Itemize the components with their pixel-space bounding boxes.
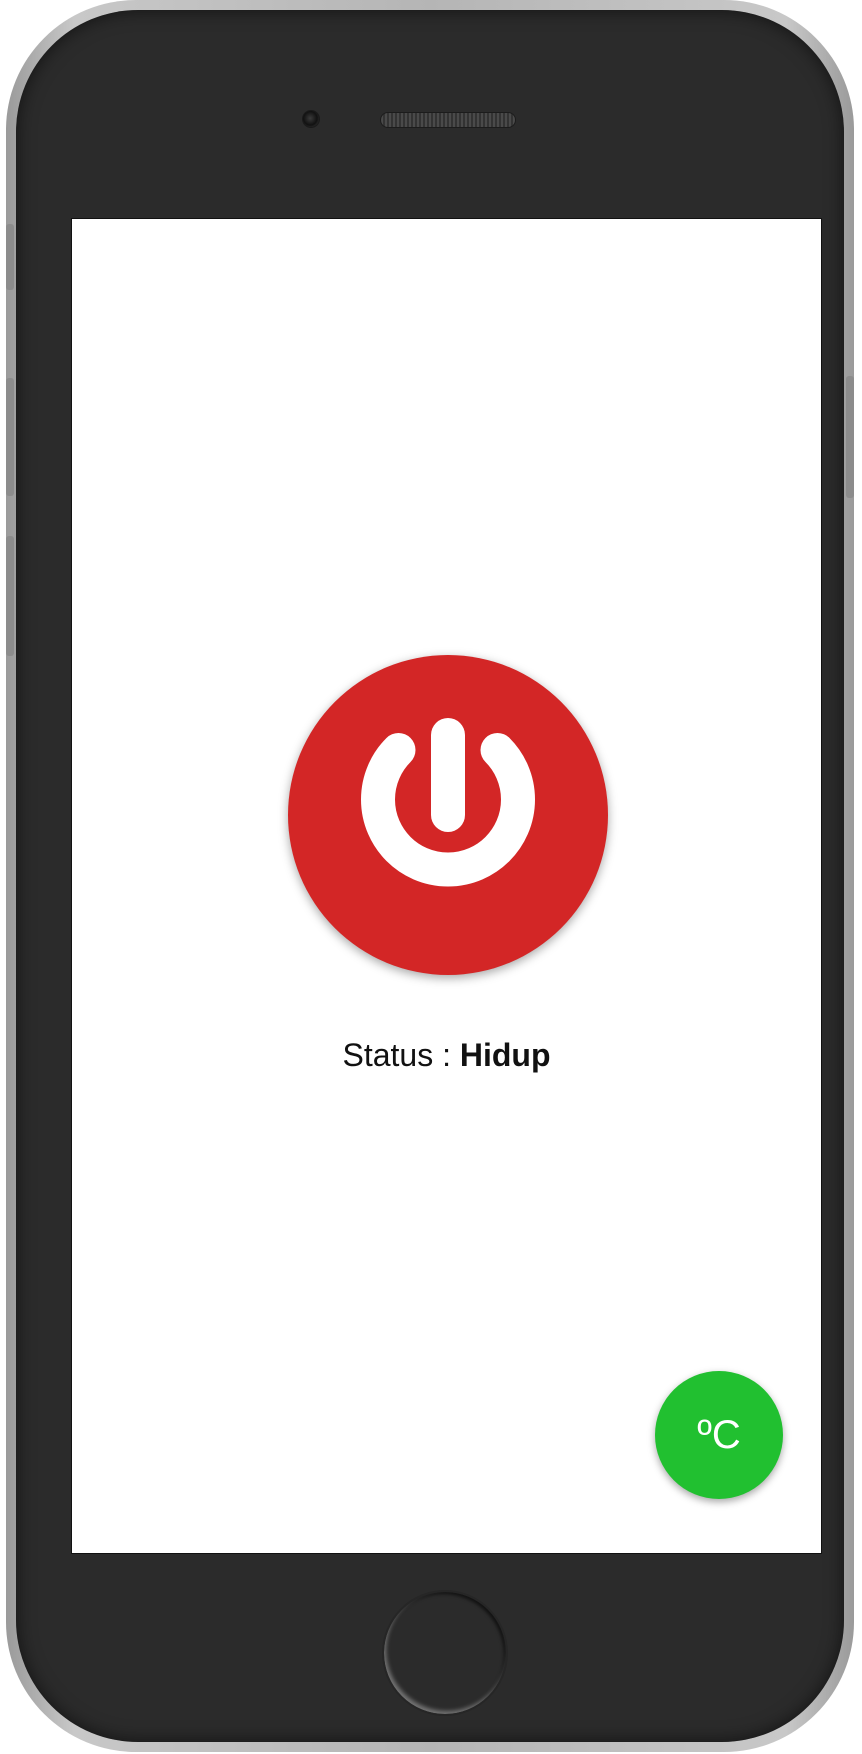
phone-frame: Status : Hidup ºC (6, 0, 854, 1752)
sleep-button (846, 376, 854, 498)
temperature-label: ºC (697, 1412, 741, 1457)
status-label: Status : (342, 1037, 451, 1073)
volume-up-button (6, 378, 14, 496)
home-button[interactable] (382, 1590, 508, 1716)
temperature-button[interactable]: ºC (655, 1371, 783, 1499)
phone-body: Status : Hidup ºC (16, 10, 844, 1742)
power-toggle-button[interactable] (288, 655, 608, 975)
earpiece-speaker (380, 112, 516, 128)
volume-down-button (6, 536, 14, 656)
power-icon (361, 718, 535, 887)
front-camera (302, 110, 320, 128)
status-text: Status : Hidup (72, 1037, 821, 1074)
status-value: Hidup (459, 1037, 551, 1073)
app-screen: Status : Hidup ºC (71, 218, 822, 1554)
mute-switch (6, 224, 14, 290)
